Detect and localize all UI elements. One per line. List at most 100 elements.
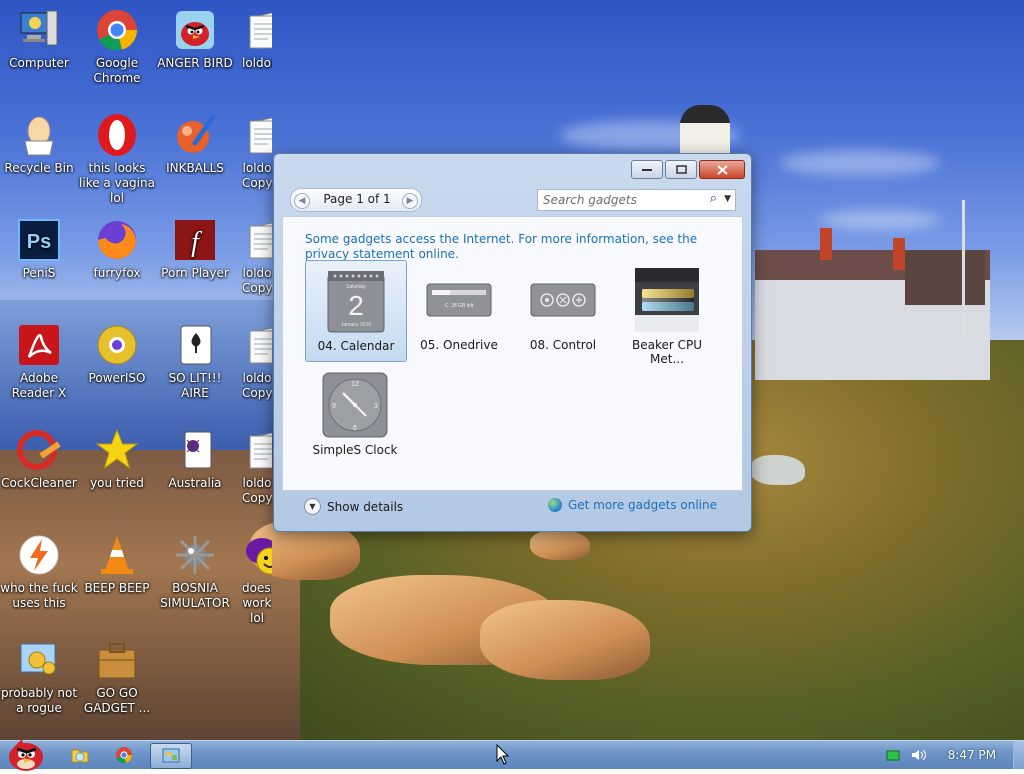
desktop-icon[interactable]: you tried — [78, 426, 156, 491]
privacy-info-link[interactable]: Some gadgets access the Internet. For mo… — [305, 232, 715, 262]
desktop-icon-label: PeniS — [22, 266, 56, 280]
minesweeper-mine-icon — [171, 531, 219, 579]
desktop-icon[interactable]: Recycle Bin — [0, 111, 78, 176]
desktop-icon[interactable]: PowerISO — [78, 321, 156, 386]
desktop-icon[interactable]: furryfox — [78, 216, 156, 281]
desktop-icon[interactable]: SO LIT!!! AIRE — [156, 321, 234, 401]
gadget-beaker-cpu-meter[interactable]: Beaker CPU Met... — [617, 260, 717, 366]
gadgets-window: ◀ Page 1 of 1 ▶ Search gadgets ⌕ ▼ Some … — [273, 153, 752, 532]
desktop-icon-label: furryfox — [93, 266, 141, 280]
desktop-icon-label: PowerISO — [88, 371, 146, 385]
ccleaner-icon — [15, 426, 63, 474]
desktop-icon[interactable]: GO GO GADGET ... — [78, 636, 156, 716]
taskbar-chrome-button[interactable] — [104, 743, 144, 767]
svg-text:6: 6 — [353, 425, 357, 432]
desktop-icon[interactable]: loldongs.txt — [242, 6, 272, 71]
desktop-icon[interactable]: loldo Copy — [242, 321, 272, 401]
inkball-icon — [171, 111, 219, 159]
gadget-calendar[interactable]: Saturday 2 January 2010 04. Calendar — [305, 260, 407, 362]
desktop-icon-label: loldo Copy — [242, 266, 272, 295]
get-more-gadgets-link[interactable]: Get more gadgets online — [547, 498, 717, 512]
minimize-icon — [642, 168, 652, 171]
volume-icon[interactable] — [910, 748, 928, 762]
gadget-gallery: Some gadgets access the Internet. For mo… — [282, 216, 743, 491]
previous-page-button[interactable]: ◀ — [294, 193, 310, 209]
search-placeholder: Search gadgets — [543, 193, 637, 207]
desktop-icon[interactable]: BOSNIA SIMULATOR — [156, 531, 234, 611]
desktop-icon[interactable]: loldo Copy — [242, 111, 272, 191]
desktop-icon-label: Google Chrome — [93, 56, 141, 85]
network-status-icon[interactable] — [886, 748, 900, 762]
clock[interactable]: 8:47 PM — [948, 748, 996, 762]
angry-bird-icon — [171, 6, 219, 54]
chrome-icon — [93, 6, 141, 54]
show-details-label: Show details — [327, 499, 404, 514]
desktop-icon-label: Australia — [168, 476, 222, 490]
desktop-icon-label: probably not a rogue — [0, 686, 78, 715]
desktop-icon[interactable]: Australia — [156, 426, 234, 491]
desktop-icon-label: this looks like a vagina lol — [79, 161, 155, 205]
desktop-icon[interactable]: f Porn Player — [156, 216, 234, 281]
gadget-control[interactable]: 08. Control — [513, 260, 613, 360]
drive-meter-gadget-icon: C: 28 GB left — [425, 266, 493, 334]
vlc-cone-icon — [93, 531, 141, 579]
desktop-icon-label: Porn Player — [161, 266, 229, 280]
desktop-icon-label: BOSNIA SIMULATOR — [160, 581, 230, 610]
photoshop-icon: Ps — [15, 216, 63, 264]
yahoo-messenger-icon — [242, 531, 272, 579]
text-file-icon — [242, 111, 272, 159]
maximize-button[interactable] — [665, 160, 697, 179]
desktop-icon[interactable]: probably not a rogue — [0, 636, 78, 716]
desktop-icon-label: Adobe Reader X — [11, 371, 67, 400]
svg-text:January 2010: January 2010 — [341, 322, 372, 328]
desktop-icon-label: loldongs.txt — [242, 56, 272, 70]
desktop-icon[interactable]: Adobe Reader X — [0, 321, 78, 401]
desktop-icon-label: CockCleaner — [1, 476, 77, 490]
gadget-onedrive[interactable]: C: 28 GB left 05. Onedrive — [409, 260, 509, 360]
close-button[interactable] — [699, 160, 745, 179]
desktop-icon[interactable]: BEEP BEEP — [78, 531, 156, 596]
chevron-left-icon: ◀ — [298, 196, 306, 206]
desktop-icon-label: INKBALLS — [166, 161, 224, 175]
firefox-icon — [93, 216, 141, 264]
desktop-icon[interactable]: this looks like a vagina lol — [78, 111, 156, 206]
taskbar-explorer-button[interactable] — [60, 743, 100, 767]
minimize-button[interactable] — [631, 160, 663, 179]
desktop-icon[interactable]: CockCleaner — [0, 426, 78, 491]
desktop-icon-label: loldo Copy — [242, 371, 272, 400]
page-indicator: Page 1 of 1 — [323, 192, 391, 206]
globe-icon — [547, 498, 562, 512]
desktop-icon[interactable]: who the fuck uses this — [0, 531, 78, 611]
search-icon[interactable]: ⌕ — [710, 191, 717, 206]
desktop-icon[interactable]: Google Chrome — [78, 6, 156, 86]
window-controls — [629, 160, 745, 179]
gadgets-footer: ▼ Show details Get more gadgets online — [282, 491, 741, 521]
text-file-icon — [242, 321, 272, 369]
desktop-icon[interactable]: Ps PeniS — [0, 216, 78, 281]
desktop-icon[interactable]: INKBALLS — [156, 111, 234, 176]
svg-text:C: 28 GB left: C: 28 GB left — [445, 303, 474, 309]
chevron-down-icon[interactable]: ▼ — [724, 194, 731, 204]
desktop-icon[interactable]: Computer — [0, 6, 78, 71]
next-page-button[interactable]: ▶ — [402, 193, 418, 209]
chevron-right-icon: ▶ — [406, 196, 414, 206]
get-more-label: Get more gadgets online — [567, 498, 717, 512]
text-file-icon — [242, 6, 272, 54]
desktop-icon[interactable]: ANGER BIRD — [156, 6, 234, 71]
svg-text:3: 3 — [374, 403, 378, 410]
gadget-label: 08. Control — [529, 338, 597, 352]
taskbar-gadgets-button[interactable] — [150, 743, 192, 769]
gadget-simples-clock[interactable]: 12 3 6 9 SimpleS Clock — [305, 365, 405, 465]
start-button[interactable] — [2, 735, 48, 771]
desktop-icon[interactable]: doesn't work lol — [242, 531, 272, 626]
search-gadgets-input[interactable]: Search gadgets ⌕ ▼ — [537, 189, 736, 211]
show-details-button[interactable]: ▼ Show details — [304, 498, 403, 515]
desktop-icon[interactable]: loldo Copy — [242, 426, 272, 506]
close-icon — [716, 164, 728, 175]
desktop-icon-label: BEEP BEEP — [84, 581, 150, 595]
show-desktop-button[interactable] — [1013, 741, 1024, 769]
desktop-icon-label: loldo Copy — [242, 476, 272, 505]
desktop-icon[interactable]: loldo Copy — [242, 216, 272, 296]
svg-text:2: 2 — [348, 290, 364, 321]
page-navigator: ◀ Page 1 of 1 ▶ — [290, 188, 422, 212]
